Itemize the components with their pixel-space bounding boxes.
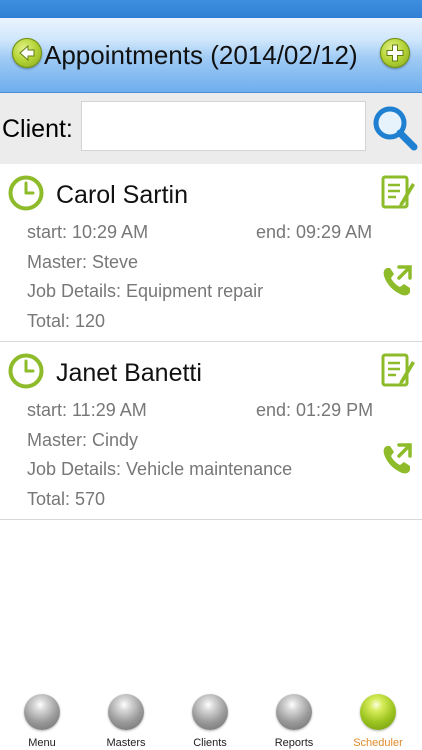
client-search-bar: Client:	[0, 93, 422, 164]
magnifier-icon	[373, 106, 418, 151]
tab-label: Scheduler	[353, 737, 403, 749]
tab-label: Reports	[274, 737, 314, 749]
tab-reports[interactable]: Reports	[259, 694, 329, 750]
tab-label: Clients	[193, 737, 227, 749]
clients-icon	[192, 694, 228, 730]
search-button[interactable]	[370, 105, 420, 151]
master-name: Master: Steve	[27, 252, 139, 272]
tab-clients[interactable]: Clients	[175, 694, 245, 750]
app-header: Appointments (2014/02/12)	[0, 18, 422, 93]
reports-icon	[276, 694, 312, 730]
clock-icon	[8, 175, 44, 211]
tab-masters[interactable]: Masters	[91, 694, 161, 750]
call-icon[interactable]	[380, 263, 414, 299]
plus-icon	[386, 44, 404, 62]
clock-icon	[8, 353, 44, 389]
master-name: Master: Cindy	[27, 430, 139, 450]
appointment-item[interactable]: Janet Banetti start: 11:29 AM end: 01:29…	[0, 343, 422, 520]
call-icon[interactable]	[380, 441, 414, 477]
edit-note-icon[interactable]	[380, 351, 416, 389]
start-time: start: 11:29 AM	[27, 400, 147, 420]
add-appointment-button[interactable]	[380, 38, 410, 68]
masters-icon	[108, 694, 144, 730]
status-bar	[0, 0, 422, 18]
bottom-tab-bar: Menu Masters Clients Reports Scheduler	[0, 690, 422, 750]
tab-label: Menu	[28, 737, 56, 749]
edit-note-icon[interactable]	[380, 173, 416, 211]
total-amount: Total: 570	[27, 489, 106, 509]
job-details: Job Details: Vehicle maintenance	[27, 459, 293, 479]
client-name: Janet Banetti	[56, 359, 202, 387]
menu-icon	[24, 694, 60, 730]
appointment-item[interactable]: Carol Sartin start: 10:29 AM end: 09:29 …	[0, 165, 422, 342]
client-name: Carol Sartin	[56, 181, 188, 209]
back-button[interactable]	[12, 38, 42, 68]
job-details: Job Details: Equipment repair	[27, 281, 264, 301]
arrow-left-icon	[19, 44, 35, 62]
scheduler-icon	[360, 694, 396, 730]
tab-label: Masters	[106, 737, 146, 749]
start-time: start: 10:29 AM	[27, 222, 149, 242]
page-title: Appointments (2014/02/12)	[44, 40, 358, 70]
tab-menu[interactable]: Menu	[7, 694, 77, 750]
client-label: Client:	[2, 115, 73, 143]
tab-scheduler[interactable]: Scheduler	[343, 694, 413, 750]
end-time: end: 01:29 PM	[256, 400, 374, 420]
client-search-input[interactable]	[81, 101, 366, 151]
end-time: end: 09:29 AM	[256, 222, 373, 242]
total-amount: Total: 120	[27, 311, 106, 331]
